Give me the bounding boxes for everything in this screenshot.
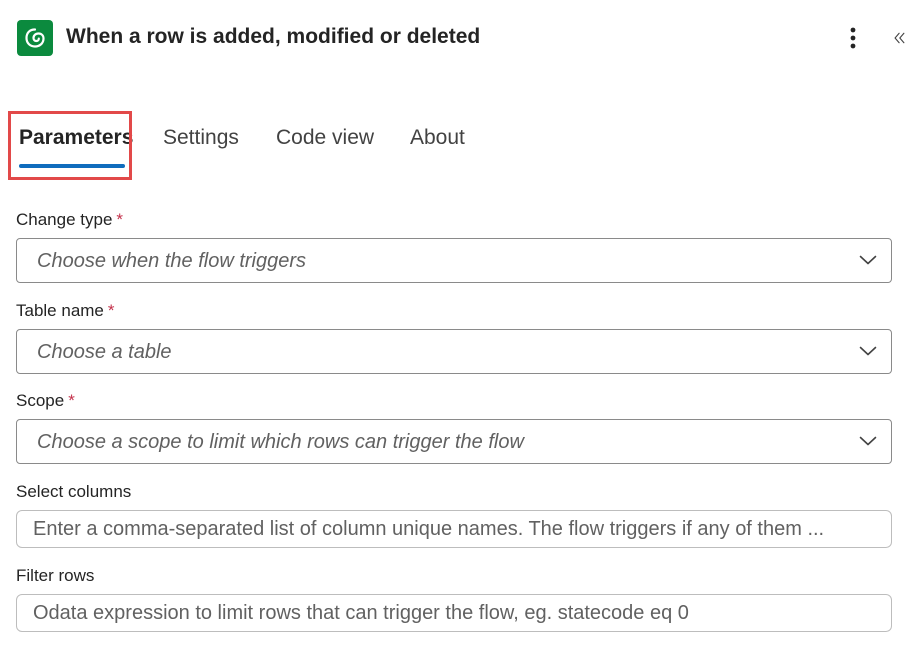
chevron-double-left-icon [894, 32, 905, 44]
change-type-placeholder: Choose when the flow triggers [37, 250, 307, 272]
table-name-placeholder: Choose a table [37, 341, 172, 363]
required-marker: * [68, 391, 75, 410]
change-type-label: Change type * [16, 210, 123, 230]
collapse-panel-button[interactable] [893, 24, 908, 52]
tab-settings[interactable]: Settings [163, 126, 239, 150]
active-tab-indicator [19, 164, 125, 168]
chevron-down-icon [859, 436, 877, 446]
change-type-dropdown[interactable]: Choose when the flow triggers [16, 238, 892, 283]
table-name-label-text: Table name [16, 301, 104, 320]
select-columns-label: Select columns [16, 482, 132, 501]
table-name-dropdown[interactable]: Choose a table [16, 329, 892, 374]
more-options-button[interactable] [838, 22, 868, 54]
filter-rows-label: Filter rows [16, 566, 95, 585]
required-marker: * [107, 301, 115, 320]
table-name-label: Table name * [16, 301, 115, 321]
panel-header: When a row is added, modified or deleted [0, 0, 908, 78]
dataverse-icon [17, 20, 53, 56]
tab-about[interactable]: About [410, 126, 465, 150]
scope-label: Scope * [16, 391, 75, 411]
change-type-label-text: Change type [16, 210, 113, 229]
scope-dropdown[interactable]: Choose a scope to limit which rows can t… [16, 419, 892, 464]
tab-code-view[interactable]: Code view [276, 126, 374, 150]
trigger-panel: When a row is added, modified or deleted… [0, 0, 908, 669]
scope-placeholder: Choose a scope to limit which rows can t… [37, 431, 524, 453]
more-vertical-icon [850, 27, 856, 49]
filter-rows-input[interactable] [16, 594, 892, 632]
trigger-title: When a row is added, modified or deleted [66, 25, 481, 48]
chevron-down-icon [859, 346, 877, 356]
required-marker: * [116, 210, 124, 229]
tab-list: Parameters Settings Code view About [0, 110, 908, 186]
chevron-down-icon [859, 255, 877, 265]
tab-parameters[interactable]: Parameters [19, 126, 133, 150]
select-columns-input[interactable] [16, 510, 892, 548]
scope-label-text: Scope [16, 391, 65, 410]
